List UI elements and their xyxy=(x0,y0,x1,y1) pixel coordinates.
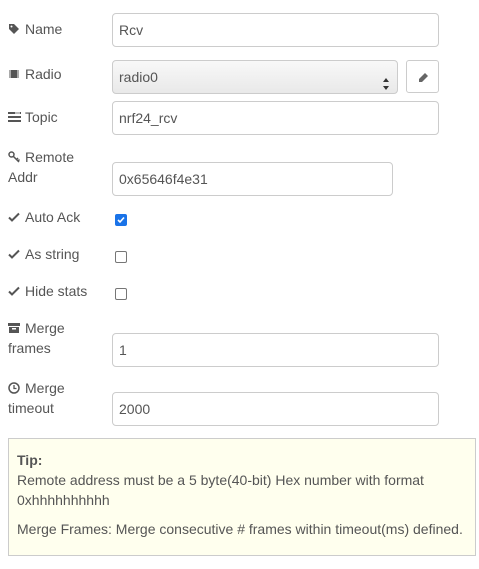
check-icon xyxy=(8,285,21,297)
merge-timeout-label-line1: Merge xyxy=(25,380,65,396)
radio-select-value: radio0 xyxy=(119,69,158,85)
topic-input[interactable]: nrf24_rcv xyxy=(112,101,439,135)
tasks-icon xyxy=(8,111,21,123)
check-icon xyxy=(8,248,21,260)
hide-stats-label-text: Hide stats xyxy=(25,283,88,299)
auto-ack-checkbox[interactable] xyxy=(115,214,127,226)
tip-hex-format-text: 0xhhhhhhhhhh xyxy=(17,492,110,508)
merge-frames-input[interactable]: 1 xyxy=(112,333,439,367)
radio-label: Radio xyxy=(8,64,108,84)
merge-frames-label-line2: frames xyxy=(8,340,51,356)
as-string-label: As string xyxy=(8,244,108,264)
pencil-icon xyxy=(417,71,429,87)
tip-merge-frames-text: Merge Frames: Merge consecutive # frames… xyxy=(17,521,463,537)
tip-remote-address-text: Remote address must be a 5 byte(40-bit) … xyxy=(17,472,424,488)
remote-addr-label-line1: Remote xyxy=(25,149,75,165)
hide-stats-label: Hide stats xyxy=(8,281,108,301)
merge-timeout-label-line2: timeout xyxy=(8,400,54,416)
hide-stats-checkbox[interactable] xyxy=(115,288,127,300)
remote-addr-label: Remote Addr xyxy=(8,147,108,187)
remote-addr-input[interactable]: 0x65646f4e31 xyxy=(112,162,393,196)
select-arrows-icon xyxy=(382,70,390,90)
merge-frames-label: Merge frames xyxy=(8,318,108,358)
merge-timeout-input[interactable]: 2000 xyxy=(112,392,439,426)
tip-text-1: Remote address must be a 5 byte(40-bit) … xyxy=(17,470,467,510)
auto-ack-label-text: Auto Ack xyxy=(25,209,81,225)
name-label: Name xyxy=(8,19,108,39)
edit-radio-button[interactable] xyxy=(406,60,439,93)
merge-timeout-label: Merge timeout xyxy=(8,378,108,418)
as-string-checkbox[interactable] xyxy=(115,251,127,263)
chip-icon xyxy=(8,68,21,80)
auto-ack-label: Auto Ack xyxy=(8,207,108,227)
tip-box: Tip: Remote address must be a 5 byte(40-… xyxy=(8,438,476,556)
key-icon xyxy=(8,151,21,163)
name-label-text: Name xyxy=(25,21,63,37)
name-input[interactable]: Rcv xyxy=(112,13,439,47)
topic-label: Topic xyxy=(8,107,108,127)
tip-title: Tip: xyxy=(17,452,43,468)
archive-icon xyxy=(8,322,21,334)
topic-label-text: Topic xyxy=(25,109,58,125)
as-string-label-text: As string xyxy=(25,246,80,262)
merge-frames-label-line1: Merge xyxy=(25,320,65,336)
clock-icon xyxy=(8,382,21,394)
check-icon xyxy=(8,211,21,223)
tag-icon xyxy=(8,23,21,35)
radio-label-text: Radio xyxy=(25,66,62,82)
remote-addr-label-line2: Addr xyxy=(8,169,38,185)
radio-select[interactable]: radio0 xyxy=(112,60,398,94)
